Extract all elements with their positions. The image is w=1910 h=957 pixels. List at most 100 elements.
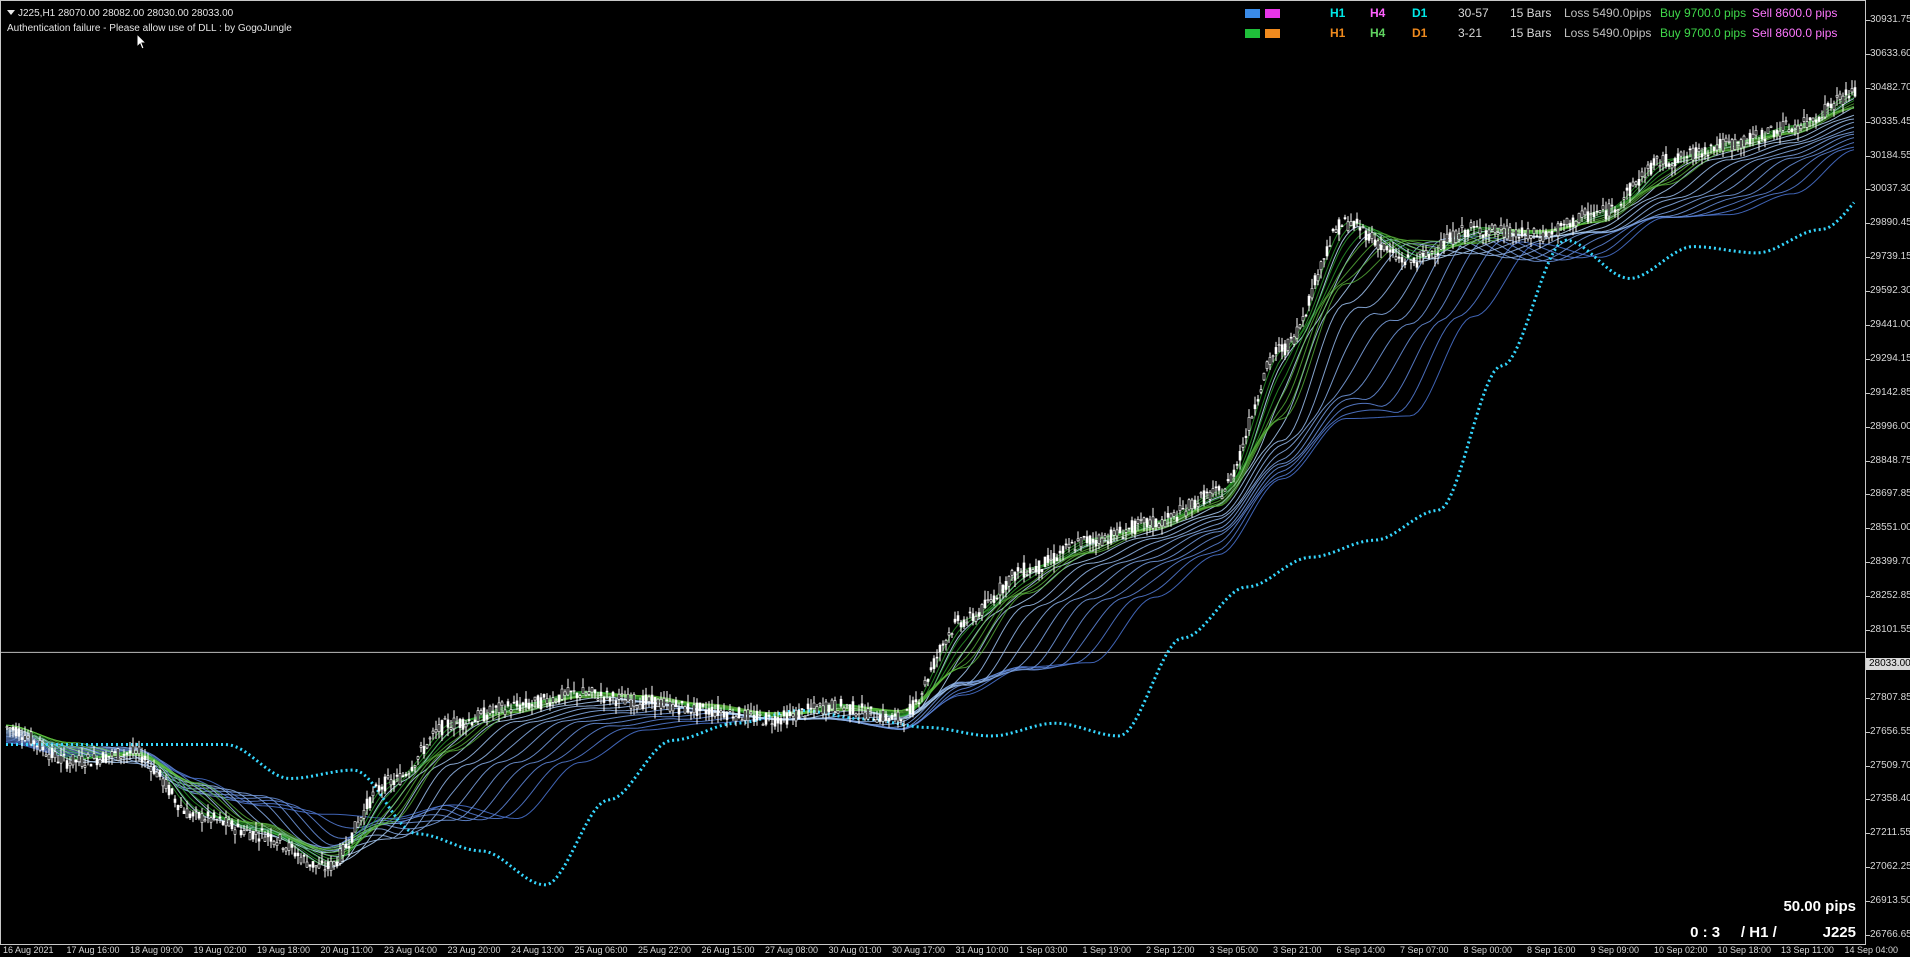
candle-body bbox=[515, 700, 519, 707]
price-axis[interactable]: 30931.75 30633.60 30482.70 30335.45 30184.55… bbox=[1866, 0, 1910, 945]
chart-area[interactable] bbox=[0, 0, 1866, 945]
trend-ribbon-line bbox=[5, 105, 1855, 853]
candle-body bbox=[293, 852, 297, 857]
candle-body bbox=[1064, 543, 1068, 546]
candle-body bbox=[242, 830, 246, 835]
candle-body bbox=[563, 691, 567, 696]
candle-body bbox=[290, 843, 294, 848]
candle-body bbox=[1022, 562, 1026, 578]
candle-body bbox=[1010, 570, 1014, 576]
candle-body bbox=[725, 712, 729, 720]
candle-body bbox=[491, 710, 495, 713]
candle-body bbox=[1298, 324, 1302, 329]
bar-range: 30-57 bbox=[1458, 6, 1489, 20]
candle-body bbox=[1601, 205, 1605, 210]
candle-body bbox=[716, 704, 720, 716]
candle-body bbox=[542, 694, 546, 698]
candle-body bbox=[1745, 142, 1749, 145]
price-chart[interactable] bbox=[1, 1, 1865, 944]
time-label: 3 Sep 21:00 bbox=[1273, 945, 1322, 955]
candle-body bbox=[617, 693, 621, 700]
time-axis[interactable]: 16 Aug 2021 17 Aug 16:00 18 Aug 09:00 19 Au… bbox=[0, 945, 1898, 957]
candle-body bbox=[1181, 507, 1185, 510]
candle-body bbox=[1586, 211, 1590, 222]
candle-body bbox=[1763, 138, 1767, 142]
candle-body bbox=[1523, 233, 1527, 235]
candle-body bbox=[1247, 417, 1251, 431]
price-label: 30633.60 bbox=[1870, 48, 1910, 59]
candle-body bbox=[713, 712, 717, 717]
candle-body bbox=[500, 701, 504, 707]
candle-body bbox=[1748, 132, 1752, 145]
candle-body bbox=[1355, 218, 1359, 224]
color-swatch-2 bbox=[1265, 9, 1280, 18]
candle-body bbox=[425, 744, 429, 749]
candle-body bbox=[674, 700, 678, 708]
candle-body bbox=[764, 712, 768, 725]
candle-body bbox=[821, 705, 825, 715]
candle-body bbox=[1229, 474, 1233, 483]
candle-body bbox=[1265, 361, 1269, 369]
candle-body bbox=[1313, 275, 1317, 286]
candle-body bbox=[944, 640, 948, 645]
candle-body bbox=[677, 707, 681, 715]
candle-body bbox=[620, 693, 624, 696]
candle-body bbox=[434, 729, 438, 733]
candle-body bbox=[332, 861, 336, 866]
candle-body bbox=[1769, 125, 1773, 128]
candle-body bbox=[785, 712, 789, 725]
candle-body bbox=[536, 695, 540, 708]
candle-body bbox=[809, 707, 813, 710]
candle-body bbox=[758, 713, 762, 716]
candle-body bbox=[1364, 230, 1368, 241]
color-swatch-1 bbox=[1245, 9, 1260, 18]
candle-body bbox=[1613, 209, 1617, 213]
candle-body bbox=[1028, 567, 1032, 574]
candle-body bbox=[386, 775, 390, 779]
dropdown-triangle-icon[interactable] bbox=[7, 10, 15, 15]
candle-body bbox=[1118, 526, 1122, 534]
candle-body bbox=[1442, 240, 1446, 249]
candle-body bbox=[1505, 225, 1509, 240]
candle-body bbox=[440, 720, 444, 736]
candle-body bbox=[710, 706, 714, 717]
candle-body bbox=[1736, 141, 1740, 144]
candle-body bbox=[227, 819, 231, 827]
candle-body bbox=[1133, 520, 1137, 535]
candle-body bbox=[989, 599, 993, 603]
candle-body bbox=[71, 754, 75, 766]
candle-body bbox=[323, 869, 327, 872]
candle-body bbox=[1757, 141, 1761, 144]
candle-body bbox=[497, 702, 501, 713]
time-label: 2 Sep 12:00 bbox=[1146, 945, 1195, 955]
candle-body bbox=[95, 757, 99, 766]
time-label: 1 Sep 19:00 bbox=[1082, 945, 1132, 955]
candle-body bbox=[1706, 154, 1710, 157]
candle-body bbox=[65, 760, 69, 769]
price-label: 28551.00 bbox=[1870, 522, 1910, 533]
candle-body bbox=[389, 779, 393, 786]
candle-body bbox=[1088, 535, 1092, 545]
candle-body bbox=[1259, 389, 1263, 393]
candle-body bbox=[1301, 316, 1305, 322]
candle-body bbox=[1787, 129, 1791, 132]
candle-body bbox=[1625, 187, 1629, 191]
candle-body bbox=[1775, 129, 1779, 134]
buy-text: Buy 9700.0 pips bbox=[1660, 6, 1747, 20]
candle-body bbox=[854, 713, 858, 717]
candle-body bbox=[962, 619, 966, 627]
candle-body bbox=[149, 766, 153, 772]
candle-body bbox=[1490, 224, 1494, 230]
candle-body bbox=[665, 699, 669, 702]
candle-body bbox=[920, 693, 924, 695]
candle-body bbox=[1616, 209, 1620, 212]
candle-body bbox=[1772, 130, 1776, 137]
candle-body bbox=[1679, 151, 1683, 157]
time-label: 27 Aug 08:00 bbox=[765, 945, 819, 955]
trend-ribbon-line bbox=[5, 91, 1855, 866]
price-label: 29592.30 bbox=[1870, 285, 1910, 296]
candle-body bbox=[446, 719, 450, 728]
candle-body bbox=[956, 615, 960, 621]
candle-body bbox=[185, 808, 189, 819]
candle-body bbox=[1025, 574, 1029, 576]
